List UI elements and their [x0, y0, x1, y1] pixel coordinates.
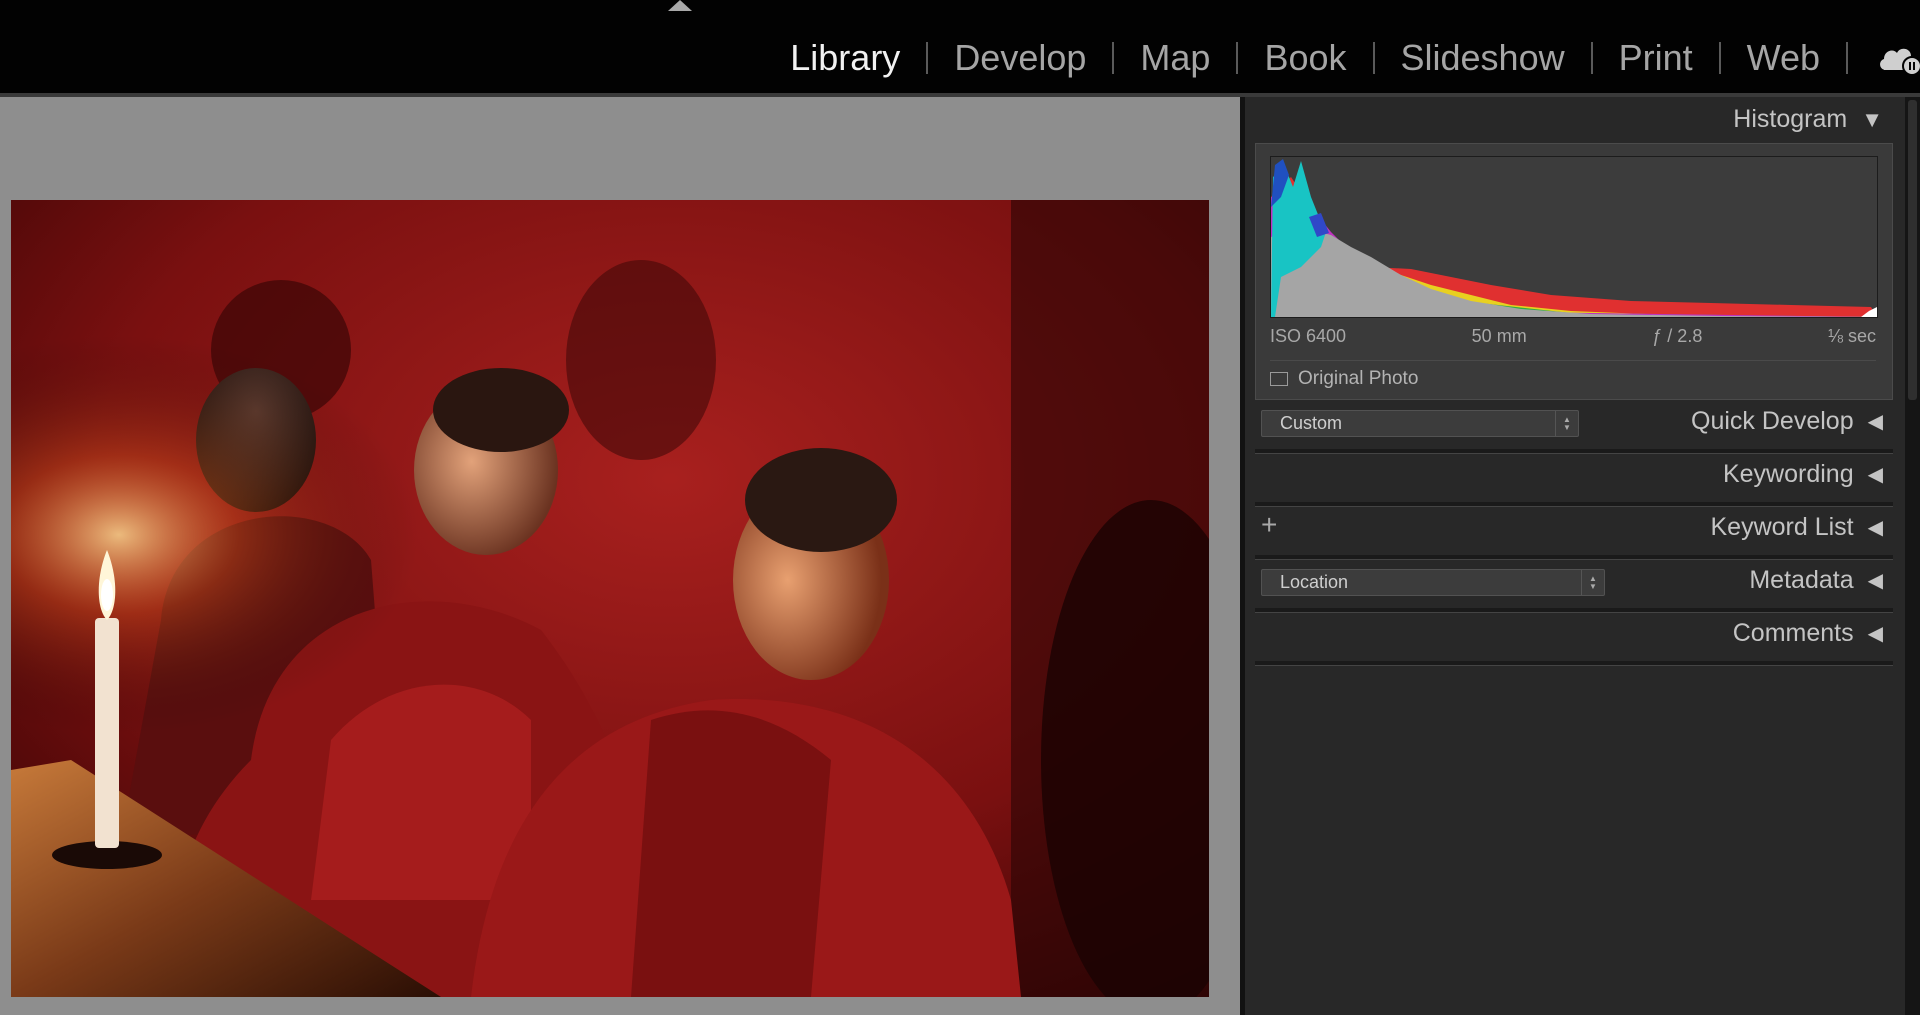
module-web[interactable]: Web	[1721, 30, 1846, 86]
section-divider	[1255, 608, 1893, 613]
triangle-left-icon[interactable]: ◀	[1868, 621, 1883, 646]
metadata-header[interactable]: Metadata ◀	[1749, 566, 1883, 595]
select-arrows-icon: ▲ ▼	[1555, 411, 1578, 436]
triangle-up-icon[interactable]	[668, 0, 692, 11]
keyword-list-header[interactable]: Keyword List ◀	[1710, 513, 1883, 542]
module-nav: Library Develop Map Book Slideshow Print…	[764, 30, 1848, 86]
original-photo-label: Original Photo	[1298, 368, 1419, 389]
module-picker-bar: Library Develop Map Book Slideshow Print…	[0, 0, 1920, 93]
histogram-title: Histogram	[1733, 105, 1848, 133]
loupe-view[interactable]	[0, 97, 1240, 1015]
original-photo-toggle[interactable]: Original Photo	[1270, 368, 1418, 390]
triangle-down-icon[interactable]: ▼	[1861, 107, 1883, 133]
quick-develop-preset-select[interactable]: Custom ▲ ▼	[1261, 410, 1579, 437]
metadata-preset-select[interactable]: Location ▲ ▼	[1261, 569, 1605, 596]
keywording-title: Keywording	[1722, 460, 1854, 488]
triangle-left-icon[interactable]: ◀	[1868, 568, 1883, 593]
panel-scrollbar-thumb[interactable]	[1908, 100, 1917, 400]
triangle-left-icon[interactable]: ◀	[1868, 462, 1883, 487]
module-print[interactable]: Print	[1593, 30, 1719, 86]
cloud-sync-icon[interactable]	[1876, 42, 1920, 76]
right-panel: Histogram ▼ ISO 6400 50 mm ƒ / 2.8 ⅛ sec…	[1245, 97, 1905, 1015]
module-map[interactable]: Map	[1114, 30, 1236, 86]
module-separator	[1846, 42, 1848, 74]
quick-develop-header[interactable]: Quick Develop ◀	[1691, 407, 1883, 436]
original-photo-checkbox[interactable]	[1270, 372, 1288, 386]
exif-iso[interactable]: ISO 6400	[1270, 326, 1346, 354]
photo-image	[11, 200, 1209, 997]
keywording-header[interactable]: Keywording ◀	[1723, 460, 1883, 489]
section-divider	[1255, 661, 1893, 666]
main-photo[interactable]	[11, 200, 1209, 997]
comments-title: Comments	[1732, 619, 1854, 647]
triangle-left-icon[interactable]: ◀	[1868, 409, 1883, 434]
triangle-left-icon[interactable]: ◀	[1868, 515, 1883, 540]
exif-info-row: ISO 6400 50 mm ƒ / 2.8 ⅛ sec	[1270, 326, 1876, 354]
exif-aperture[interactable]: ƒ / 2.8	[1652, 326, 1702, 354]
section-divider	[1255, 449, 1893, 454]
comments-header[interactable]: Comments ◀	[1733, 619, 1883, 648]
section-divider	[1255, 502, 1893, 507]
keyword-list-title: Keyword List	[1710, 513, 1854, 541]
histogram-header[interactable]: Histogram ▼	[1733, 105, 1883, 134]
module-book[interactable]: Book	[1238, 30, 1372, 86]
metadata-title: Metadata	[1749, 566, 1854, 594]
section-divider	[1255, 555, 1893, 560]
histogram-panel: ISO 6400 50 mm ƒ / 2.8 ⅛ sec Original Ph…	[1255, 143, 1893, 400]
quick-develop-title: Quick Develop	[1691, 407, 1854, 435]
exif-divider	[1270, 360, 1876, 361]
exif-focal-length[interactable]: 50 mm	[1472, 326, 1527, 354]
histogram-graph[interactable]	[1270, 156, 1878, 318]
histogram-image	[1271, 159, 1877, 317]
module-develop[interactable]: Develop	[928, 30, 1112, 86]
plus-icon[interactable]: +	[1261, 509, 1277, 541]
select-arrows-icon: ▲ ▼	[1581, 570, 1604, 595]
quick-develop-preset-value: Custom	[1280, 413, 1343, 433]
module-library[interactable]: Library	[764, 30, 926, 86]
exif-shutter[interactable]: ⅛ sec	[1828, 326, 1876, 354]
metadata-preset-value: Location	[1280, 572, 1349, 592]
module-slideshow[interactable]: Slideshow	[1375, 30, 1591, 86]
